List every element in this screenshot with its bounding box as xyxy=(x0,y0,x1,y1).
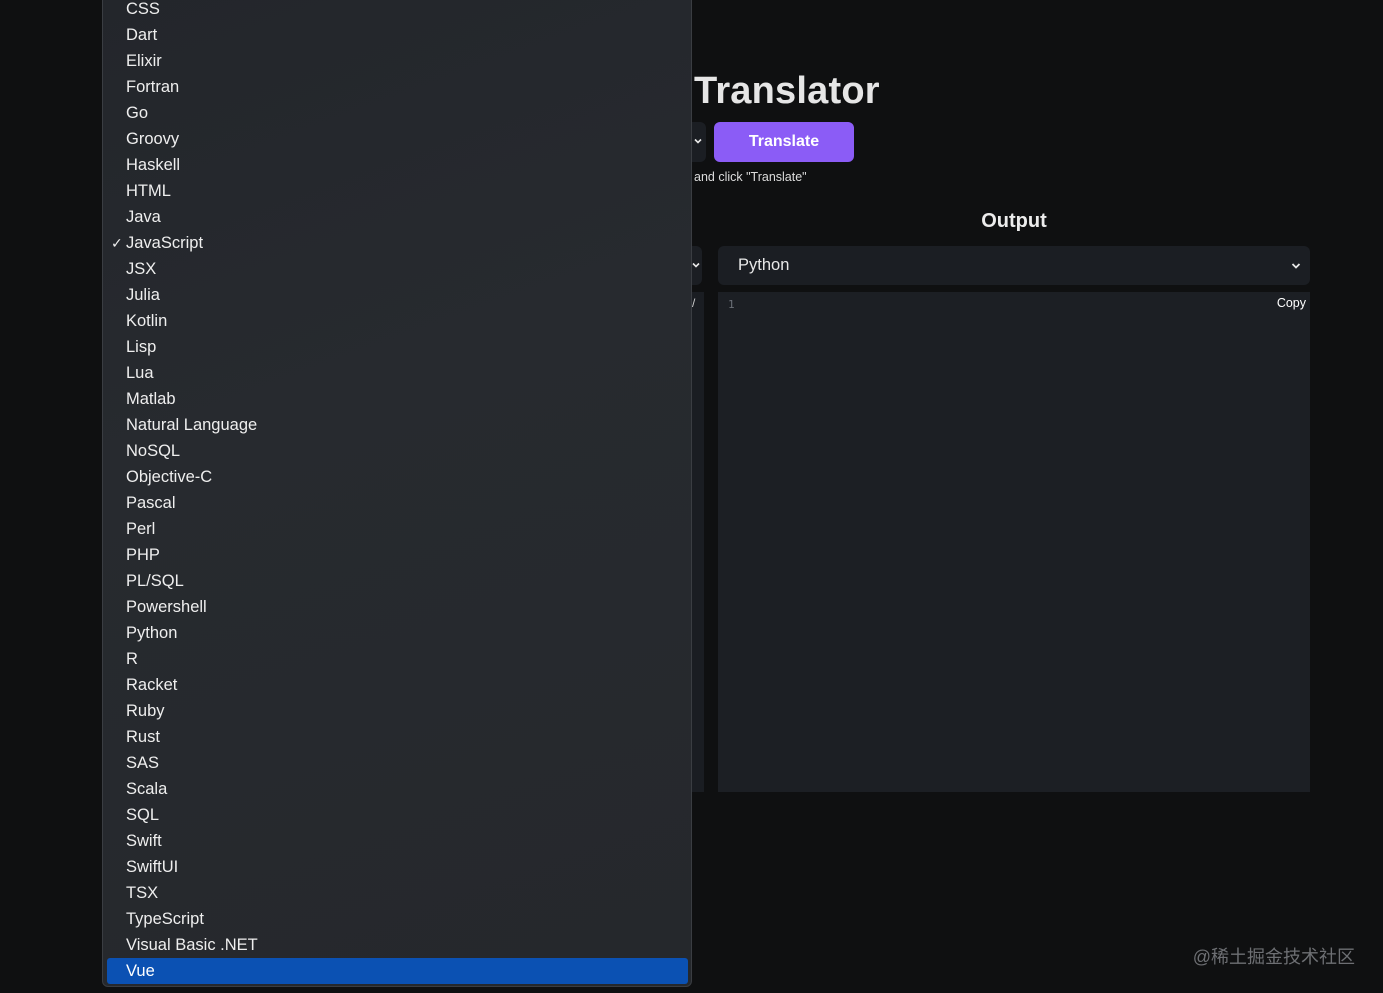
dropdown-option[interactable]: Visual Basic .NET xyxy=(103,932,691,958)
dropdown-option[interactable]: R xyxy=(103,646,691,672)
dropdown-option[interactable]: Perl xyxy=(103,516,691,542)
dropdown-option-label: SwiftUI xyxy=(126,858,179,876)
dropdown-option[interactable]: NoSQL xyxy=(103,438,691,464)
instruction-hint: and click "Translate" xyxy=(694,170,807,184)
dropdown-option-label: Fortran xyxy=(126,78,180,96)
dropdown-option-label: TypeScript xyxy=(126,910,204,928)
dropdown-option[interactable]: Swift xyxy=(103,828,691,854)
chevron-down-icon xyxy=(692,262,700,268)
editor-fragment: / xyxy=(692,296,696,310)
dropdown-option[interactable]: Rust xyxy=(103,724,691,750)
line-number: 1 xyxy=(728,298,735,311)
output-code-editor[interactable]: 1 Copy xyxy=(718,292,1310,792)
dropdown-option-label: Lua xyxy=(126,364,154,382)
language-dropdown-menu[interactable]: CSS Dart Elixir Fortran Go Groovy Haskell HTML J… xyxy=(102,0,692,987)
copy-button[interactable]: Copy xyxy=(1277,296,1306,310)
dropdown-option-label: Elixir xyxy=(126,52,162,70)
dropdown-option[interactable]: Powershell xyxy=(103,594,691,620)
dropdown-option[interactable]: SAS xyxy=(103,750,691,776)
dropdown-option[interactable]: Vue xyxy=(107,958,688,984)
dropdown-option[interactable]: CSS xyxy=(103,0,691,22)
dropdown-option-label: Rust xyxy=(126,728,160,746)
dropdown-option-label: Swift xyxy=(126,832,162,850)
dropdown-option[interactable]: Fortran xyxy=(103,74,691,100)
dropdown-option[interactable]: PHP xyxy=(103,542,691,568)
dropdown-option[interactable]: Dart xyxy=(103,22,691,48)
input-code-editor-edge[interactable]: / xyxy=(690,292,704,792)
dropdown-option[interactable]: Lua xyxy=(103,360,691,386)
dropdown-option[interactable]: Kotlin xyxy=(103,308,691,334)
dropdown-option[interactable]: SwiftUI xyxy=(103,854,691,880)
dropdown-option-label: NoSQL xyxy=(126,442,181,460)
dropdown-option[interactable]: Pascal xyxy=(103,490,691,516)
translator-page: Translator Translate and click "Translat… xyxy=(0,0,1383,993)
dropdown-option-label: Groovy xyxy=(126,130,180,148)
dropdown-option-label: Objective-C xyxy=(126,468,213,486)
checkmark-icon: ✓ xyxy=(111,235,123,251)
watermark: @稀土掘金技术社区 xyxy=(1192,947,1355,967)
dropdown-option-label: TSX xyxy=(126,884,159,902)
dropdown-option-label: PL/SQL xyxy=(126,572,184,590)
dropdown-option[interactable]: ✓ JavaScript xyxy=(103,230,691,256)
dropdown-option-label: PHP xyxy=(126,546,160,564)
dropdown-option[interactable]: Python xyxy=(103,620,691,646)
dropdown-option-label: SQL xyxy=(126,806,160,824)
translate-button[interactable]: Translate xyxy=(714,122,854,162)
dropdown-option-label: Go xyxy=(126,104,149,122)
dropdown-option-label: Pascal xyxy=(126,494,176,512)
dropdown-option[interactable]: TSX xyxy=(103,880,691,906)
language-options-list: CSS Dart Elixir Fortran Go Groovy Haskell HTML J… xyxy=(103,0,691,984)
dropdown-option-label: SAS xyxy=(126,754,160,772)
dropdown-option-label: Java xyxy=(126,208,161,226)
dropdown-option-label: Haskell xyxy=(126,156,181,174)
input-language-select-edge[interactable] xyxy=(690,122,706,162)
dropdown-option-label: Matlab xyxy=(126,390,176,408)
page-title: Translator xyxy=(694,70,880,112)
dropdown-option[interactable]: Lisp xyxy=(103,334,691,360)
dropdown-option[interactable]: SQL xyxy=(103,802,691,828)
dropdown-option-label: CSS xyxy=(126,0,160,18)
dropdown-option-label: Racket xyxy=(126,676,178,694)
dropdown-option-label: Scala xyxy=(126,780,168,798)
dropdown-option[interactable]: Julia xyxy=(103,282,691,308)
dropdown-option-label: Natural Language xyxy=(126,416,258,434)
dropdown-option[interactable]: Objective-C xyxy=(103,464,691,490)
dropdown-option[interactable]: Elixir xyxy=(103,48,691,74)
dropdown-option[interactable]: Natural Language xyxy=(103,412,691,438)
dropdown-option-label: Lisp xyxy=(126,338,157,356)
dropdown-option[interactable]: Haskell xyxy=(103,152,691,178)
dropdown-option-label: Python xyxy=(126,624,178,642)
dropdown-option[interactable]: HTML xyxy=(103,178,691,204)
dropdown-option[interactable]: Scala xyxy=(103,776,691,802)
dropdown-option-label: Vue xyxy=(126,962,155,980)
output-label: Output xyxy=(981,210,1047,232)
dropdown-option-label: R xyxy=(126,650,138,668)
chevron-down-icon xyxy=(694,138,702,144)
output-language-select[interactable]: Python xyxy=(718,246,1310,285)
output-language-value: Python xyxy=(738,256,790,274)
dropdown-option[interactable]: Groovy xyxy=(103,126,691,152)
dropdown-option-label: JSX xyxy=(126,260,157,278)
dropdown-option[interactable]: JSX xyxy=(103,256,691,282)
dropdown-option[interactable]: PL/SQL xyxy=(103,568,691,594)
dropdown-option[interactable]: Racket xyxy=(103,672,691,698)
dropdown-option-label: Visual Basic .NET xyxy=(126,936,258,954)
dropdown-option-label: JavaScript xyxy=(126,234,204,252)
dropdown-option-label: Perl xyxy=(126,520,156,538)
dropdown-option-label: Ruby xyxy=(126,702,165,720)
dropdown-option[interactable]: Matlab xyxy=(103,386,691,412)
dropdown-option[interactable]: TypeScript xyxy=(103,906,691,932)
dropdown-option-label: HTML xyxy=(126,182,171,200)
dropdown-option-label: Kotlin xyxy=(126,312,168,330)
dropdown-option-label: Powershell xyxy=(126,598,207,616)
dropdown-option[interactable]: Ruby xyxy=(103,698,691,724)
dropdown-option[interactable]: Java xyxy=(103,204,691,230)
dropdown-option[interactable]: Go xyxy=(103,100,691,126)
dropdown-option-label: Julia xyxy=(126,286,160,304)
chevron-down-icon xyxy=(1291,263,1301,269)
dropdown-option-label: Dart xyxy=(126,26,158,44)
